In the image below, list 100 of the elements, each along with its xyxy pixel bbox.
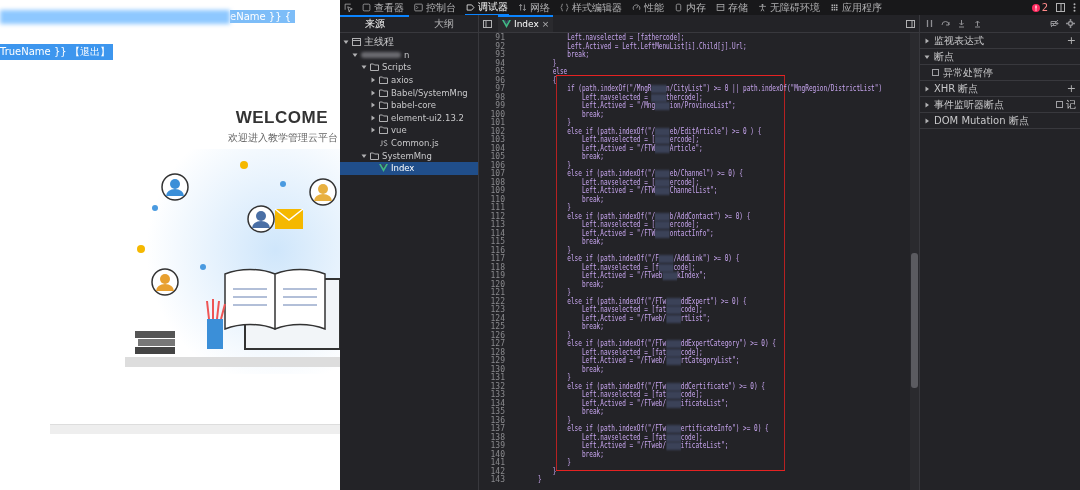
file-tree-item[interactable]: n <box>340 48 478 62</box>
close-tab-button[interactable]: × <box>541 18 550 29</box>
debugger-pane-header[interactable]: 监视表达式 + <box>920 33 1080 49</box>
code-line: break; <box>580 323 604 332</box>
devtools-tab[interactable]: 存储 <box>715 0 749 15</box>
code-line: } <box>566 161 571 170</box>
line-number: 113 <box>489 221 505 229</box>
file-tree-item[interactable]: Index <box>340 161 478 175</box>
line-number: 129 <box>489 357 505 365</box>
code-line: break; <box>580 280 604 289</box>
checkbox[interactable] <box>932 69 939 76</box>
line-number: 92 <box>494 42 505 51</box>
code-line: } <box>551 467 557 476</box>
collapsed-arrow-icon[interactable] <box>924 101 930 108</box>
line-number: 143 <box>489 476 505 485</box>
devtools-tab[interactable]: 网络 <box>517 0 551 15</box>
devtools-tab[interactable]: 性能 <box>631 0 665 15</box>
devtools-tab[interactable]: 控制台 <box>413 0 457 15</box>
line-number: 101 <box>489 119 505 127</box>
line-number: 122 <box>489 297 505 306</box>
checkbox-label: 异常处暂停 <box>943 65 993 80</box>
add-button[interactable]: + <box>1066 82 1076 95</box>
collapsed-arrow-icon[interactable] <box>924 117 930 124</box>
checkbox[interactable] <box>1056 101 1063 108</box>
dock-icon[interactable] <box>1056 3 1065 12</box>
devtools-tab[interactable]: 查看器 <box>361 0 405 15</box>
line-number: 107 <box>489 170 505 178</box>
file-tree-item[interactable]: SystemMng <box>340 149 478 162</box>
line-number: 125 <box>489 323 505 331</box>
element-picker-icon[interactable] <box>344 3 353 12</box>
file-tree-item[interactable]: babel-core <box>340 98 478 112</box>
file-tree-item[interactable]: Babel/SystemMng <box>340 86 478 99</box>
code-line: } <box>566 289 571 298</box>
debugger-pane-header[interactable]: 断点 <box>920 49 1080 65</box>
grid-icon <box>830 3 839 12</box>
line-number: 139 <box>489 442 505 450</box>
line-number: 96 <box>494 76 505 85</box>
pause-icon[interactable] <box>925 19 934 28</box>
error-count[interactable]: 2 <box>1041 2 1048 13</box>
code-line: Left.Actived = "/FTW Article"; <box>580 144 703 153</box>
code-line: Left.navselected = [ ercode]; <box>580 221 700 230</box>
line-number: 136 <box>489 416 505 425</box>
debugger-pane-header[interactable]: XHR 断点 + <box>920 81 1080 97</box>
welcome-title: WELCOME <box>235 108 328 128</box>
deactivate-breakpoints-icon[interactable] <box>1050 19 1059 28</box>
collapsed-arrow-icon[interactable] <box>370 77 376 84</box>
scrollbar-thumb[interactable] <box>911 253 918 388</box>
expanded-arrow-icon[interactable] <box>352 51 358 58</box>
line-number: 93 <box>494 51 505 59</box>
devtools-tab[interactable]: 无障碍环境 <box>757 0 821 15</box>
collapsed-arrow-icon[interactable] <box>924 37 930 44</box>
collapsed-arrow-icon[interactable] <box>370 102 376 109</box>
step-out-icon[interactable] <box>973 19 982 28</box>
more-icon[interactable] <box>1073 3 1076 12</box>
collapsed-arrow-icon[interactable] <box>924 85 930 92</box>
file-tree-item[interactable]: axios <box>340 73 478 87</box>
expanded-arrow-icon[interactable] <box>361 152 367 159</box>
arrows-icon <box>518 3 527 12</box>
line-number: 112 <box>489 212 505 221</box>
sidebar-toggle-icon[interactable] <box>483 19 492 28</box>
code-line: break; <box>580 450 604 459</box>
debugger-pane-header[interactable]: DOM Mutation 断点 <box>920 113 1080 129</box>
step-in-icon[interactable] <box>957 19 966 28</box>
settings-icon[interactable] <box>1066 19 1075 28</box>
code-line: Left.Actived = "/FTW ontactInfo"; <box>580 229 714 238</box>
line-number: 133 <box>489 391 505 399</box>
collapsed-arrow-icon[interactable] <box>370 114 376 121</box>
add-button[interactable]: + <box>1066 34 1076 47</box>
debugger-pane-header[interactable]: 事件监听器断点 记 <box>920 97 1080 113</box>
expanded-arrow-icon[interactable] <box>924 53 930 60</box>
line-number: 91 <box>494 34 505 42</box>
line-number: 116 <box>489 246 505 255</box>
collapsed-arrow-icon[interactable] <box>370 89 376 96</box>
expanded-arrow-icon[interactable] <box>361 64 367 71</box>
file-tree-item[interactable]: vue <box>340 124 478 137</box>
collapsed-arrow-icon[interactable] <box>370 127 376 134</box>
selected-user-text: TrueName }} 【退出】 <box>0 44 113 60</box>
expanded-arrow-icon[interactable] <box>343 39 349 46</box>
step-over-icon[interactable] <box>941 19 950 28</box>
line-number: 99 <box>494 102 505 110</box>
line-number: 141 <box>489 459 505 467</box>
sidebar-toggle-icon[interactable] <box>906 19 915 28</box>
sources-tab[interactable]: 来源 <box>340 15 409 32</box>
file-tree-item[interactable]: Common.js <box>340 136 478 150</box>
file-tree-item[interactable]: 主线程 <box>340 36 478 49</box>
line-number: 97 <box>494 85 505 93</box>
line-number: 121 <box>489 289 505 297</box>
line-number: 120 <box>489 280 505 289</box>
file-tree-item[interactable]: element-ui2.13.2 <box>340 111 478 125</box>
devtools-tab[interactable]: 应用程序 <box>829 0 883 15</box>
code-line: Left.Actived = "/FTweb/ ificateList"; <box>580 399 729 408</box>
devtools-tab[interactable]: 样式编辑器 <box>559 0 623 15</box>
editor-tab[interactable]: Index × <box>498 15 554 32</box>
code-line: } <box>566 416 571 425</box>
file-tree-item[interactable]: Scripts <box>340 61 478 74</box>
code-line: break; <box>580 365 604 374</box>
horizontal-scrollbar[interactable] <box>50 424 340 434</box>
devtools-tab[interactable]: 内存 <box>673 0 707 15</box>
code-line: Left.navselected = [fat code]; <box>580 306 703 315</box>
sources-tab[interactable]: 大纲 <box>409 15 478 32</box>
